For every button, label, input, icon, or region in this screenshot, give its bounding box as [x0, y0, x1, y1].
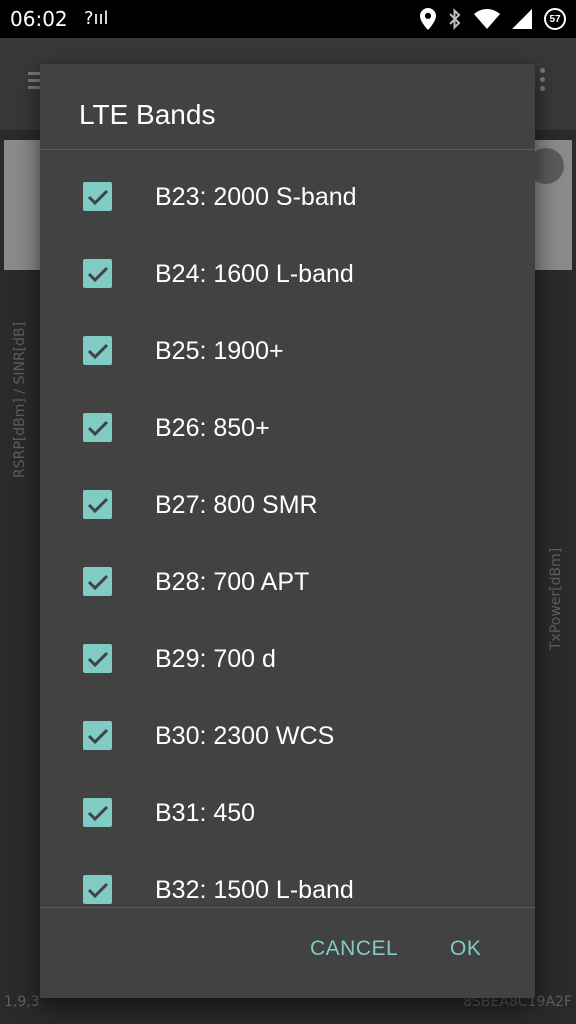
bluetooth-icon	[448, 8, 462, 30]
band-label: B30: 2300 WCS	[155, 721, 335, 750]
status-icons: 57	[420, 6, 566, 32]
band-item-b31[interactable]: B31: 450	[40, 774, 535, 851]
bottom-left-text: 1,9,3	[4, 994, 40, 1010]
checkbox-checked-icon[interactable]	[83, 644, 112, 673]
chart-right-axis-label: TxPower[dBm]	[548, 547, 564, 650]
band-item-b26[interactable]: B26: 850+	[40, 389, 535, 466]
cell-signal-icon	[512, 9, 532, 29]
checkbox-checked-icon[interactable]	[83, 259, 112, 288]
wifi-icon	[474, 9, 500, 29]
band-item-b27[interactable]: B27: 800 SMR	[40, 466, 535, 543]
overflow-menu-icon[interactable]	[540, 68, 546, 94]
status-time: 06:02	[10, 7, 68, 31]
band-item-b29[interactable]: B29: 700 d	[40, 620, 535, 697]
band-label: B26: 850+	[155, 413, 270, 442]
checkbox-checked-icon[interactable]	[83, 413, 112, 442]
band-label: B32: 1500 L-band	[155, 875, 354, 904]
dialog-title: LTE Bands	[79, 99, 216, 130]
band-label: B28: 700 APT	[155, 567, 310, 596]
band-label: B23: 2000 S-band	[155, 182, 357, 211]
location-icon	[420, 8, 436, 30]
cancel-button[interactable]: CANCEL	[310, 936, 398, 962]
band-item-b23[interactable]: B23: 2000 S-band	[40, 158, 535, 235]
band-list[interactable]: B23: 2000 S-band B24: 1600 L-band B25: 1…	[40, 150, 535, 907]
band-label: B29: 700 d	[155, 644, 276, 673]
checkbox-checked-icon[interactable]	[83, 182, 112, 211]
checkbox-checked-icon[interactable]	[83, 798, 112, 827]
band-item-b24[interactable]: B24: 1600 L-band	[40, 235, 535, 312]
band-label: B24: 1600 L-band	[155, 259, 354, 288]
lte-bands-dialog: LTE Bands B23: 2000 S-band B24: 1600 L-b…	[40, 64, 535, 998]
checkbox-checked-icon[interactable]	[83, 875, 112, 904]
band-item-b28[interactable]: B28: 700 APT	[40, 543, 535, 620]
status-bar: 06:02 ?ııl 57	[0, 0, 576, 38]
band-item-b32[interactable]: B32: 1500 L-band	[40, 851, 535, 907]
band-label: B31: 450	[155, 798, 256, 827]
band-item-b30[interactable]: B30: 2300 WCS	[40, 697, 535, 774]
battery-icon: 57	[544, 8, 566, 30]
screen: 06:02 ?ııl 57 RSRP[dBm] / SINR[dB] TxPow…	[0, 0, 576, 1024]
checkbox-checked-icon[interactable]	[83, 490, 112, 519]
checkbox-checked-icon[interactable]	[83, 567, 112, 596]
mobile-signal-icon: ?ııl	[84, 8, 109, 29]
band-item-b25[interactable]: B25: 1900+	[40, 312, 535, 389]
dialog-actions: CANCEL OK	[40, 908, 535, 998]
chart-left-axis-label: RSRP[dBm] / SINR[dB]	[12, 321, 28, 478]
band-label: B25: 1900+	[155, 336, 284, 365]
ok-button[interactable]: OK	[450, 936, 481, 962]
checkbox-checked-icon[interactable]	[83, 721, 112, 750]
band-label: B27: 800 SMR	[155, 490, 318, 519]
checkbox-checked-icon[interactable]	[83, 336, 112, 365]
